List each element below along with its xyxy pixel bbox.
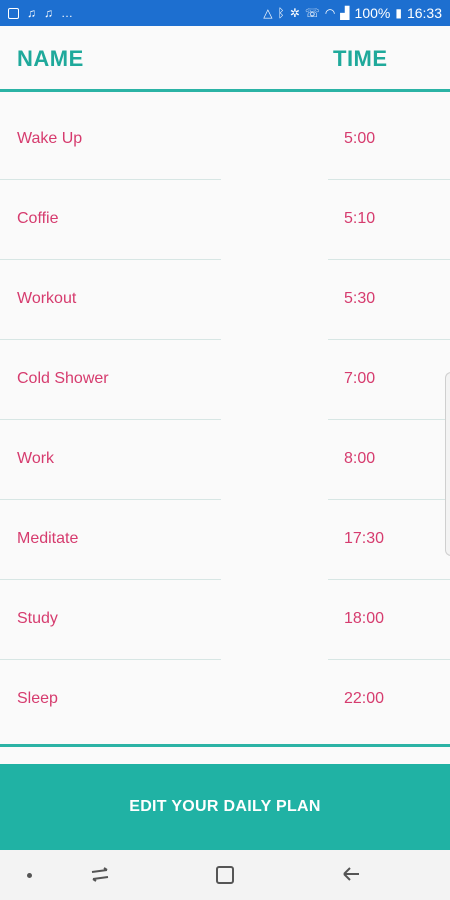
table-header: NAME TIME: [0, 26, 450, 92]
alarm-icon: △: [263, 6, 273, 20]
system-nav-bar: [0, 850, 450, 900]
activity-name: Workout: [17, 290, 77, 307]
list-item: Study 18:00: [0, 580, 450, 660]
activity-time: 8:00: [344, 450, 376, 467]
activity-name: Cold Shower: [17, 370, 109, 387]
name-column-header: NAME: [17, 46, 84, 71]
status-bar: ♫ ♫ … △ ᛒ ✲ ☏ ◠ ▟ 100% ▮ 16:33: [0, 0, 450, 26]
activity-name: Work: [17, 450, 55, 467]
activity-time: 17:30: [344, 530, 385, 547]
activity-time: 5:10: [344, 210, 376, 227]
more-notifications-icon: …: [61, 6, 73, 20]
signal-icon: ▟: [340, 6, 350, 20]
wifi-call-icon: ☏: [304, 6, 320, 20]
scrollbar[interactable]: [445, 372, 450, 556]
bluetooth-icon: ᛒ: [277, 6, 285, 20]
list-item: Cold Shower 7:00: [0, 340, 450, 420]
activity-name: Coffie: [17, 210, 59, 227]
list-item: Meditate 17:30: [0, 500, 450, 580]
gallery-icon: [8, 7, 19, 19]
daily-plan-list: Wake Up 5:00 Coffie 5:10 Workout 5:30 Co…: [0, 100, 450, 743]
activity-name: Meditate: [17, 530, 79, 547]
clock: 16:33: [406, 5, 442, 21]
battery-icon: ▮: [395, 6, 402, 20]
activity-time: 5:00: [344, 130, 376, 147]
activity-name: Study: [17, 610, 58, 627]
list-item: Work 8:00: [0, 420, 450, 500]
activity-name: Wake Up: [17, 130, 83, 147]
home-icon[interactable]: [216, 866, 234, 884]
list-item: Sleep 22:00: [0, 660, 450, 740]
nav-dot-icon[interactable]: [27, 873, 32, 878]
footer-divider: [0, 744, 450, 747]
activity-time: 18:00: [344, 610, 385, 627]
time-column-header: TIME: [333, 46, 388, 71]
edit-daily-plan-button[interactable]: EDIT YOUR DAILY PLAN: [0, 764, 450, 850]
list-item: Workout 5:30: [0, 260, 450, 340]
data-saver-icon: ✲: [289, 6, 300, 20]
list-item: Wake Up 5:00: [0, 100, 450, 180]
battery-percent: 100%: [354, 5, 391, 21]
wifi-icon: ◠: [324, 6, 336, 20]
activity-time: 22:00: [344, 690, 385, 707]
activity-time: 5:30: [344, 290, 376, 307]
back-icon[interactable]: [341, 864, 361, 884]
music-note-icon: ♫: [44, 6, 53, 20]
list-item: Coffie 5:10: [0, 180, 450, 260]
recent-apps-icon[interactable]: [90, 866, 110, 884]
activity-name: Sleep: [17, 690, 58, 707]
music-note-icon: ♫: [27, 6, 36, 20]
activity-time: 7:00: [344, 370, 376, 387]
